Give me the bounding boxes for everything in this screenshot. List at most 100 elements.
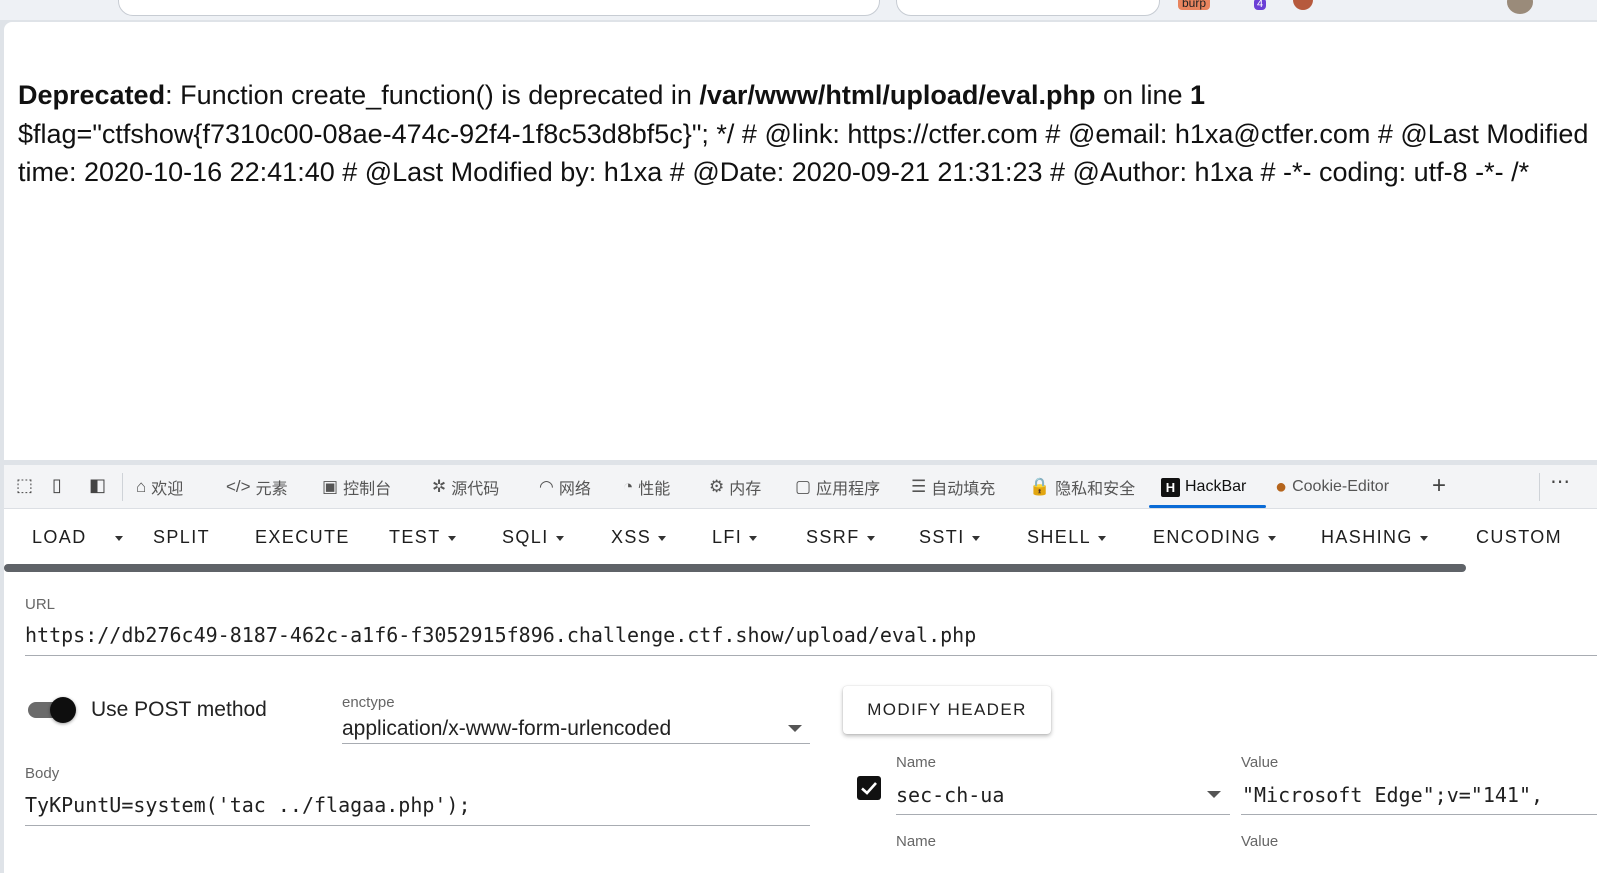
menu-xss[interactable]: XSS bbox=[611, 527, 667, 548]
caret-down-icon bbox=[555, 535, 564, 541]
console-icon: ▣ bbox=[322, 477, 339, 496]
gauge-icon: ◔ bbox=[623, 477, 634, 496]
tab-home[interactable]: ⌂ 欢迎 bbox=[136, 475, 183, 499]
header-value-input[interactable]: "Microsoft Edge";v="141", bbox=[1242, 783, 1543, 807]
search-box[interactable] bbox=[896, 0, 1160, 16]
menu-ssti[interactable]: SSTI bbox=[919, 527, 980, 548]
header-name-input[interactable]: sec-ch-ua bbox=[896, 783, 1004, 807]
bug-icon: ✲ bbox=[432, 477, 447, 496]
url-input[interactable]: https://db276c49-8187-462c-a1f6-f3052915… bbox=[25, 623, 976, 647]
caret-down-icon bbox=[749, 535, 758, 541]
menu-label: ENCODING bbox=[1153, 527, 1262, 547]
check-icon bbox=[861, 782, 877, 795]
tab-label: 元素 bbox=[255, 481, 288, 498]
address-bar[interactable] bbox=[118, 0, 880, 16]
inspect-icon[interactable]: ⬚ bbox=[16, 475, 33, 496]
chip-icon: ⚙ bbox=[709, 477, 725, 496]
tab-label: Cookie-Editor bbox=[1292, 478, 1390, 495]
tab-autofill[interactable]: ☰ 自动填充 bbox=[911, 475, 995, 499]
url-underline bbox=[25, 655, 1597, 656]
burp-extension-badge[interactable]: burp bbox=[1178, 0, 1211, 10]
tab-gauge[interactable]: ◔ 性能 bbox=[623, 475, 670, 499]
chevron-down-icon[interactable] bbox=[788, 725, 802, 732]
tab-label: 隐私和安全 bbox=[1055, 481, 1136, 498]
chevron-down-icon[interactable] bbox=[1207, 791, 1221, 798]
menu-shell[interactable]: SHELL bbox=[1027, 527, 1107, 548]
header-value-underline bbox=[1241, 814, 1597, 815]
menu-test[interactable]: TEST bbox=[389, 527, 456, 548]
tab-label: 欢迎 bbox=[151, 481, 184, 498]
tab-wifi[interactable]: ◠ 网络 bbox=[539, 475, 591, 499]
hackbar-icon: H bbox=[1161, 477, 1180, 497]
modify-header-button[interactable]: MODIFY HEADER bbox=[843, 686, 1051, 734]
menu-sqli[interactable]: SQLI bbox=[502, 527, 564, 548]
caret-down-icon bbox=[971, 535, 980, 541]
menu-hashing[interactable]: HASHING bbox=[1321, 527, 1428, 548]
tab-app[interactable]: ▢ 应用程序 bbox=[795, 475, 880, 499]
header-name-label: Name bbox=[896, 754, 937, 771]
extension-icon[interactable] bbox=[1293, 0, 1313, 10]
add-tab-icon[interactable]: + bbox=[1432, 472, 1446, 500]
enctype-select[interactable]: application/x-www-form-urlencoded bbox=[342, 717, 671, 741]
header-value-label: Value bbox=[1241, 754, 1279, 771]
tab-cookie[interactable]: ● Cookie-Editor bbox=[1275, 475, 1389, 499]
menu-split[interactable]: SPLIT bbox=[153, 527, 210, 548]
menu-custom[interactable]: CUSTOM bbox=[1476, 527, 1562, 548]
devtools-panel: ⬚ ▯ ◧ ⌂ 欢迎 </> 元素 ▣ 控制台 ✲ 源代码 ◠ 网络 ◔ 性能 ⚙ 内存 ▢ 应用程序 ☰ 自动填… bbox=[4, 465, 1597, 873]
home-icon: ⌂ bbox=[136, 477, 147, 496]
menu-ssrf[interactable]: SSRF bbox=[806, 527, 875, 548]
wifi-icon: ◠ bbox=[539, 477, 554, 496]
enctype-label: enctype bbox=[342, 694, 395, 711]
active-tab-indicator bbox=[1149, 505, 1266, 508]
menu-label: EXECUTE bbox=[255, 527, 350, 547]
caret-down-icon bbox=[1098, 535, 1107, 541]
tab-label: 网络 bbox=[558, 481, 591, 498]
browser-toolbar: burp 4 bbox=[0, 0, 1597, 20]
more-options-icon[interactable]: ⋯ bbox=[1550, 469, 1570, 494]
cookie-icon: ● bbox=[1275, 475, 1288, 498]
header-name-underline bbox=[896, 814, 1230, 815]
tab-label: 自动填充 bbox=[931, 481, 996, 498]
menu-label: SPLIT bbox=[153, 527, 211, 547]
menu-load[interactable]: LOAD bbox=[32, 527, 87, 548]
tab-code[interactable]: </> 元素 bbox=[226, 475, 288, 499]
tab-bug[interactable]: ✲ 源代码 bbox=[432, 475, 499, 499]
post-method-label: Use POST method bbox=[91, 698, 267, 721]
toggle-knob bbox=[50, 697, 76, 723]
notification-count-badge[interactable]: 4 bbox=[1254, 0, 1267, 10]
caret-down-icon bbox=[658, 535, 667, 541]
post-method-toggle[interactable] bbox=[26, 697, 76, 723]
menu-label: LOAD bbox=[32, 527, 87, 547]
menu-label: SQLI bbox=[502, 527, 549, 547]
menu-encoding[interactable]: ENCODING bbox=[1153, 527, 1277, 548]
tab-hackbar[interactable]: H HackBar bbox=[1161, 475, 1246, 499]
body-underline bbox=[25, 825, 810, 826]
menu-label: XSS bbox=[611, 527, 652, 547]
tab-chip[interactable]: ⚙ 内存 bbox=[709, 475, 761, 499]
tab-label: 内存 bbox=[729, 481, 762, 498]
caret-down-icon bbox=[447, 535, 456, 541]
caret-down-icon bbox=[1268, 535, 1277, 541]
header-value-label-2: Value bbox=[1241, 833, 1279, 850]
tab-label: 性能 bbox=[638, 481, 671, 498]
menu-execute[interactable]: EXECUTE bbox=[255, 527, 350, 548]
tab-lock[interactable]: 🔒 隐私和安全 bbox=[1029, 475, 1135, 499]
menu-label: LFI bbox=[712, 527, 743, 547]
caret-down-icon bbox=[1419, 535, 1428, 541]
horizontal-scrollbar[interactable] bbox=[4, 564, 1466, 572]
dock-icon[interactable]: ◧ bbox=[89, 475, 106, 496]
divider bbox=[122, 473, 123, 501]
menu-lfi[interactable]: LFI bbox=[712, 527, 758, 548]
header-enabled-checkbox[interactable] bbox=[857, 776, 881, 800]
enctype-underline bbox=[342, 743, 810, 744]
body-label: Body bbox=[25, 765, 60, 782]
load-options-caret[interactable] bbox=[108, 527, 123, 548]
body-input[interactable]: TyKPuntU=system('tac ../flagaa.php'); bbox=[25, 793, 471, 817]
menu-label: CUSTOM bbox=[1476, 527, 1563, 547]
tab-console[interactable]: ▣ 控制台 bbox=[322, 475, 391, 499]
profile-avatar[interactable] bbox=[1507, 0, 1533, 14]
menu-label: HASHING bbox=[1321, 527, 1413, 547]
device-toolbar-icon[interactable]: ▯ bbox=[52, 475, 62, 496]
header-name-label-2: Name bbox=[896, 833, 937, 850]
menu-label: SSRF bbox=[806, 527, 860, 547]
